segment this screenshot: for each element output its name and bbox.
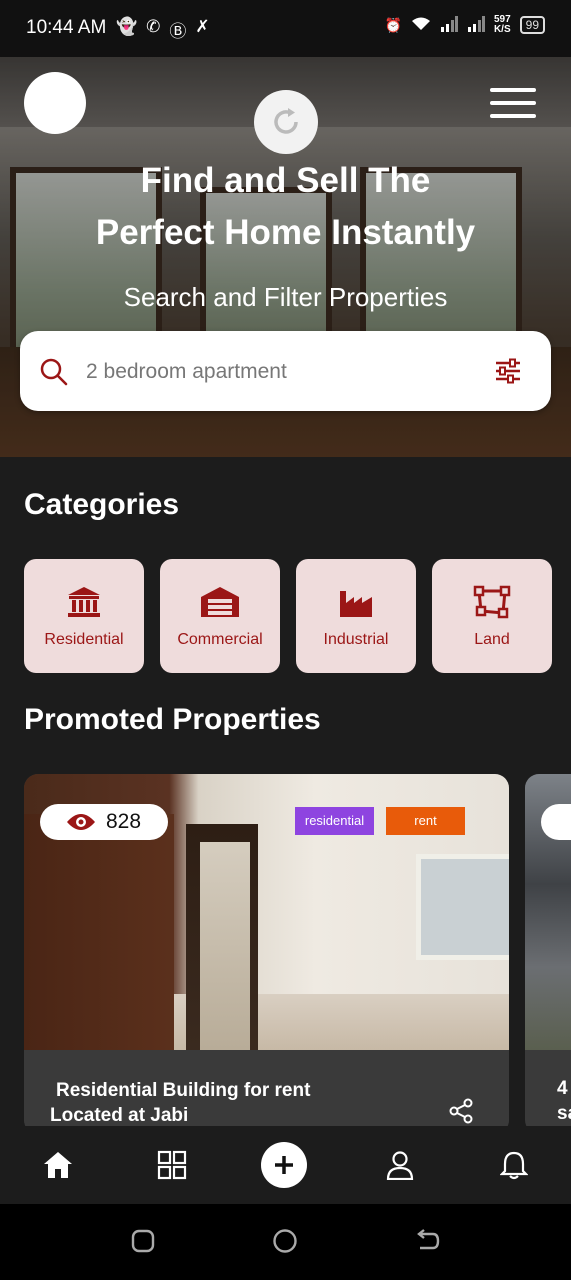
- network-speed: 597 K/S: [493, 14, 511, 35]
- refresh-icon: [274, 108, 298, 134]
- categories-heading: Categories: [24, 488, 180, 521]
- recent-apps-icon[interactable]: [130, 1228, 156, 1254]
- grid-icon: [157, 1150, 187, 1180]
- land-plot-icon: [473, 585, 511, 619]
- wifi-icon: [411, 16, 431, 35]
- views-badge: [541, 804, 571, 840]
- tag-listing-purpose: rent: [386, 807, 465, 835]
- status-right: ⏰ 597 K/S 99: [385, 15, 545, 35]
- tag-property-type: residential: [295, 807, 374, 835]
- warehouse-icon: [201, 587, 239, 617]
- refresh-button[interactable]: [254, 90, 318, 154]
- home-circle-icon[interactable]: [272, 1228, 298, 1254]
- category-commercial[interactable]: Commercial: [160, 559, 280, 673]
- property-card[interactable]: 828 residential rent Residential Buildin…: [24, 774, 509, 1134]
- hero-subtitle: Search and Filter Properties: [123, 282, 448, 312]
- property-title: 4 sa: [557, 1078, 571, 1124]
- category-label: Industrial: [323, 631, 389, 648]
- category-label: Land: [474, 631, 510, 648]
- category-label: Residential: [44, 631, 124, 648]
- filter-icon[interactable]: [494, 358, 522, 384]
- business-icon: Ⓑ: [169, 22, 187, 41]
- factory-icon: [340, 591, 372, 617]
- category-label: Commercial: [177, 631, 263, 648]
- share-icon[interactable]: [448, 1098, 474, 1124]
- bell-icon: [500, 1151, 528, 1180]
- hero-title: Find and Sell The Perfect Home Instantly: [95, 161, 476, 252]
- nav-categories[interactable]: [152, 1126, 192, 1204]
- profile-avatar[interactable]: [24, 72, 86, 134]
- bank-icon: [68, 587, 100, 617]
- search-bar: [20, 331, 551, 411]
- hamburger-icon: [490, 88, 536, 92]
- views-badge: 828: [40, 804, 168, 840]
- category-industrial[interactable]: Industrial: [296, 559, 416, 673]
- battery-indicator: 99: [519, 16, 545, 34]
- snapchat-icon: 👻: [116, 17, 138, 36]
- property-info: Residential Building for rent Located at…: [24, 1050, 509, 1134]
- alarm-icon: ⏰: [384, 16, 402, 33]
- notification-icons: 👻 ✆ Ⓑ ✗: [116, 17, 210, 42]
- user-icon: [386, 1151, 414, 1180]
- status-bar: 10:44 AM 👻 ✆ Ⓑ ✗ ⏰ 597 K/S 99: [0, 0, 571, 57]
- nav-add[interactable]: [260, 1126, 308, 1204]
- bottom-navigation: [0, 1126, 571, 1204]
- nav-home[interactable]: [38, 1126, 78, 1204]
- promoted-heading: Promoted Properties: [24, 703, 321, 736]
- category-residential[interactable]: Residential: [24, 559, 144, 673]
- plus-icon: [275, 1156, 293, 1174]
- signal-icon-2: [467, 15, 485, 35]
- property-title: Residential Building for rent Located at…: [50, 1080, 311, 1126]
- eye-icon: [67, 814, 95, 830]
- nav-profile[interactable]: [380, 1126, 420, 1204]
- app-x-icon: ✗: [195, 17, 210, 36]
- signal-icon: [440, 15, 458, 35]
- nav-notifications[interactable]: [494, 1126, 534, 1204]
- category-list: Residential Commercial Industrial Land: [24, 559, 552, 673]
- status-time: 10:44 AM: [26, 17, 107, 38]
- add-button[interactable]: [261, 1142, 307, 1188]
- home-icon: [44, 1152, 72, 1178]
- whatsapp-icon: ✆: [146, 17, 161, 36]
- menu-button[interactable]: [490, 86, 536, 120]
- category-land[interactable]: Land: [432, 559, 552, 673]
- back-icon[interactable]: [414, 1228, 440, 1254]
- system-nav-bar: [0, 1204, 571, 1280]
- property-card-next[interactable]: 4 sa: [525, 774, 571, 1134]
- search-icon[interactable]: [40, 358, 68, 386]
- search-input[interactable]: [84, 355, 468, 389]
- views-count: 828: [106, 810, 142, 833]
